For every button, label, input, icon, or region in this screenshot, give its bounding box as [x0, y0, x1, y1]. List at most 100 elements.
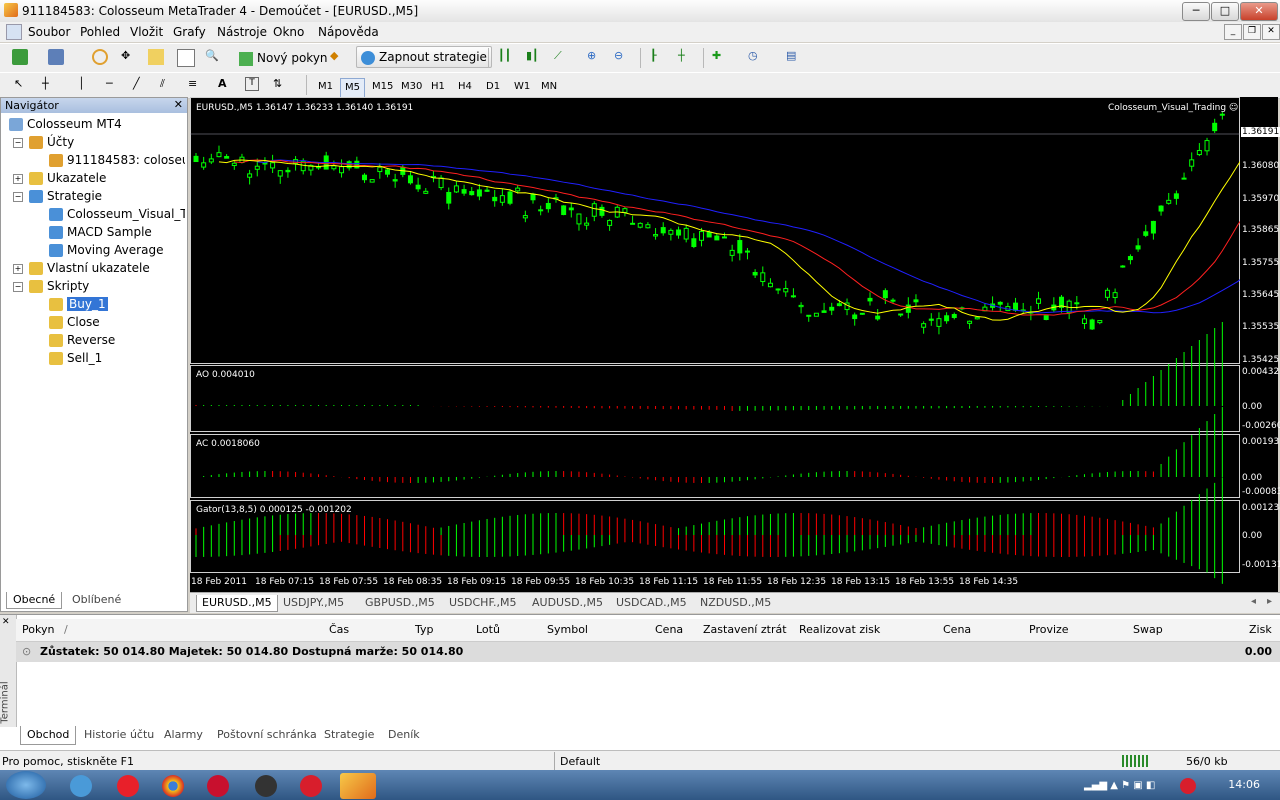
- nav-item[interactable]: Moving Average: [49, 242, 185, 259]
- nav-item[interactable]: Buy_1: [49, 296, 185, 313]
- menu-help[interactable]: Nápověda: [318, 25, 379, 39]
- terminal-tab-mailbox[interactable]: Poštovní schránka: [211, 726, 323, 744]
- navigator-icon[interactable]: [148, 49, 164, 65]
- col-order[interactable]: Pokyn: [22, 623, 54, 636]
- col-price[interactable]: Cena: [655, 623, 683, 636]
- menu-view[interactable]: Pohled: [80, 25, 120, 39]
- nav-item[interactable]: MACD Sample: [49, 224, 185, 241]
- indicators-list-icon[interactable]: ✚: [712, 49, 728, 65]
- navigator-close-icon[interactable]: ✕: [174, 98, 183, 111]
- chart-tab-usdjpy[interactable]: USDJPY.,M5: [278, 595, 349, 611]
- mdi-close-button[interactable]: ✕: [1262, 24, 1280, 40]
- cursor-icon[interactable]: ↖: [14, 77, 30, 93]
- metatrader-task-icon[interactable]: [340, 773, 376, 799]
- chart-tab-audusd[interactable]: AUDUSD.,M5: [527, 595, 608, 611]
- chart-tab-usdcad[interactable]: USDCAD.,M5: [611, 595, 692, 611]
- timeframe-m30[interactable]: M30: [397, 78, 426, 96]
- expand-toggle-icon[interactable]: +: [13, 174, 23, 184]
- nav-item[interactable]: 911184583: coloseum: [49, 152, 185, 169]
- horizontal-line-icon[interactable]: ─: [106, 77, 122, 93]
- timeframe-d1[interactable]: D1: [482, 78, 504, 96]
- crosshair-icon[interactable]: ┼: [42, 77, 58, 93]
- timeframe-m15[interactable]: M15: [368, 78, 397, 96]
- expand-toggle-icon[interactable]: −: [13, 282, 23, 292]
- col-price-current[interactable]: Cena: [943, 623, 971, 636]
- chart-tab-gbpusd[interactable]: GBPUSD.,M5: [360, 595, 440, 611]
- price-axis[interactable]: 1.36191 1.36080 1.35970 1.35865 1.35755 …: [1240, 97, 1280, 592]
- nav-item[interactable]: Sell_1: [49, 350, 185, 367]
- col-swap[interactable]: Swap: [1133, 623, 1163, 636]
- bar-chart-icon[interactable]: ┃┃: [498, 49, 514, 65]
- tab-scroll-right-icon[interactable]: ▸: [1267, 596, 1272, 607]
- col-take-profit[interactable]: Realizovat zisk: [799, 623, 880, 636]
- trendline-icon[interactable]: ╱: [133, 77, 149, 93]
- nav-item[interactable]: Strategie: [29, 188, 185, 205]
- col-profit[interactable]: Zisk: [1249, 623, 1272, 636]
- text-label-icon[interactable]: T: [245, 77, 259, 91]
- expand-toggle-icon[interactable]: +: [13, 264, 23, 274]
- terminal-tab-alerts[interactable]: Alarmy: [158, 726, 209, 744]
- nav-item[interactable]: Skripty: [29, 278, 185, 295]
- mdi-doc-icon[interactable]: [6, 24, 22, 40]
- nav-item[interactable]: Colosseum_Visual_Tr: [49, 206, 185, 223]
- balance-row[interactable]: ⊙ Zůstatek: 50 014.80 Majetek: 50 014.80…: [16, 642, 1280, 662]
- zoom-in-icon[interactable]: ⊕: [587, 49, 603, 65]
- expand-toggle-icon[interactable]: −: [13, 138, 23, 148]
- timeframe-h4[interactable]: H4: [454, 78, 476, 96]
- candlestick-icon[interactable]: ▮┃: [526, 49, 542, 65]
- nav-item[interactable]: Ukazatele: [29, 170, 185, 187]
- arrows-icon[interactable]: ⇅: [273, 77, 289, 93]
- col-time[interactable]: Čas: [329, 623, 349, 636]
- menu-tools[interactable]: Nástroje: [217, 25, 267, 39]
- col-symbol[interactable]: Symbol: [547, 623, 588, 636]
- menu-insert[interactable]: Vložit: [130, 25, 163, 39]
- app-red-icon[interactable]: [207, 775, 229, 797]
- toggle-strategy-button[interactable]: Zapnout strategie: [356, 46, 492, 68]
- mdi-restore-button[interactable]: ❐: [1243, 24, 1261, 40]
- mdi-minimize-button[interactable]: _: [1224, 24, 1242, 40]
- chrome-icon[interactable]: [162, 775, 184, 797]
- market-watch-icon[interactable]: [92, 49, 108, 65]
- zoom-out-icon[interactable]: ⊖: [614, 49, 630, 65]
- vpn-icon[interactable]: [300, 775, 322, 797]
- nav-tab-favorites[interactable]: Oblíbené: [66, 592, 127, 608]
- profiles-icon[interactable]: [48, 49, 64, 65]
- periods-icon[interactable]: ◷: [748, 49, 764, 65]
- channel-icon[interactable]: ⫽: [160, 77, 176, 93]
- opera-icon[interactable]: [117, 775, 139, 797]
- timeframe-m5[interactable]: M5: [340, 78, 365, 98]
- col-lots[interactable]: Lotů: [476, 623, 500, 636]
- col-type[interactable]: Typ: [415, 623, 434, 636]
- chart-window[interactable]: EURUSD.,M5 1.36147 1.36233 1.36140 1.361…: [190, 97, 1240, 592]
- col-stop-loss[interactable]: Zastavení ztrát: [703, 623, 787, 636]
- timeframe-mn[interactable]: MN: [537, 78, 561, 96]
- tester-icon[interactable]: 🔍: [205, 49, 221, 65]
- nav-item[interactable]: Reverse: [49, 332, 185, 349]
- vertical-line-icon[interactable]: │: [78, 77, 94, 93]
- ie-icon[interactable]: [70, 775, 92, 797]
- close-button[interactable]: ✕: [1240, 2, 1278, 21]
- timeframe-m1[interactable]: M1: [314, 78, 337, 96]
- timeframe-h1[interactable]: H1: [427, 78, 449, 96]
- maximize-button[interactable]: □: [1211, 2, 1239, 21]
- nav-item[interactable]: Vlastní ukazatele: [29, 260, 185, 277]
- terminal-close-icon[interactable]: ✕: [2, 617, 10, 627]
- chart-tab-usdchf[interactable]: USDCHF.,M5: [444, 595, 522, 611]
- data-window-icon[interactable]: ✥: [121, 49, 137, 65]
- terminal-icon[interactable]: [177, 49, 195, 67]
- line-chart-icon[interactable]: ⟋: [554, 49, 570, 65]
- templates-icon[interactable]: ▤: [786, 49, 802, 65]
- terminal-tab-journal[interactable]: Deník: [382, 726, 426, 744]
- media-player-icon[interactable]: [255, 775, 277, 797]
- tray-app-icon[interactable]: [1180, 778, 1196, 794]
- tray-icons[interactable]: ▂▄▆ ▲ ⚑ ▣ ◧: [1084, 780, 1174, 794]
- start-button[interactable]: [6, 771, 46, 799]
- fibonacci-icon[interactable]: ≡: [188, 77, 204, 93]
- new-chart-icon[interactable]: [12, 49, 28, 65]
- expand-toggle-icon[interactable]: −: [13, 192, 23, 202]
- menu-file[interactable]: Soubor: [28, 25, 70, 39]
- nav-item[interactable]: Účty: [29, 134, 185, 151]
- minimize-button[interactable]: ─: [1182, 2, 1210, 21]
- nav-tab-common[interactable]: Obecné: [6, 592, 63, 609]
- chart-tab-nzdusd[interactable]: NZDUSD.,M5: [695, 595, 776, 611]
